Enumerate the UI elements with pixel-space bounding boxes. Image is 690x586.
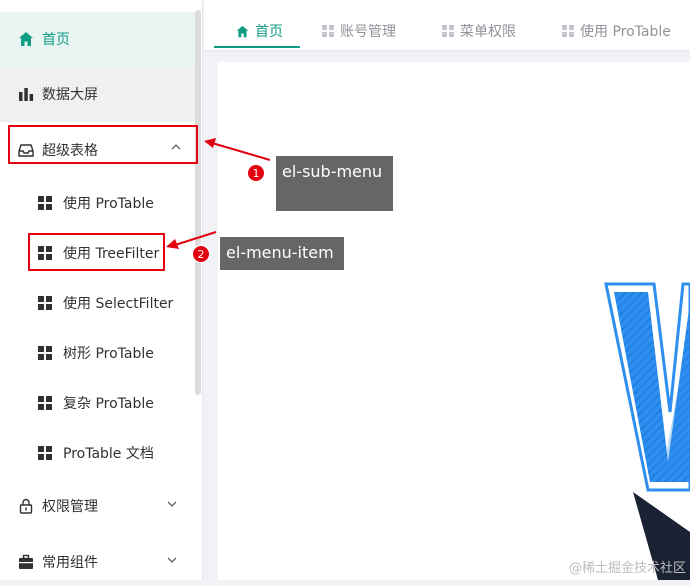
annotation-callout-sub-menu: el-sub-menu	[276, 156, 393, 211]
bar-chart-icon	[18, 86, 34, 102]
sidebar-item-label: 权限管理	[42, 499, 98, 515]
sidebar-submenu-permissions[interactable]: 权限管理	[0, 482, 195, 530]
tab-account[interactable]: 账号管理	[322, 12, 396, 50]
grid-icon	[37, 345, 53, 361]
tab-label: 使用 ProTable	[580, 24, 671, 40]
sidebar-item-label: 常用组件	[42, 555, 98, 571]
sidebar-item-complex-protable[interactable]: 复杂 ProTable	[0, 378, 195, 428]
sidebar-item-home[interactable]: 首页	[0, 12, 195, 66]
sidebar-item-label: 使用 ProTable	[63, 196, 154, 212]
sidebar-item-label: 树形 ProTable	[63, 346, 154, 362]
sidebar-item-label: ProTable 文档	[63, 446, 154, 462]
annotation-badge-2: 2	[192, 245, 210, 263]
sidebar-menu: 首页 数据大屏 超级表格 使用 ProTable 使用 TreeFilter 使…	[0, 0, 203, 580]
tab-protable[interactable]: 使用 ProTable	[562, 12, 671, 50]
sidebar-item-selectfilter[interactable]: 使用 SelectFilter	[0, 278, 195, 328]
annotation-callout-menu-item: el-menu-item	[220, 237, 344, 270]
sidebar-scrollbar[interactable]	[195, 10, 201, 395]
highlight-box-sub-menu	[8, 125, 198, 164]
grid-icon	[562, 25, 574, 37]
tab-menu-permissions[interactable]: 菜单权限	[442, 12, 516, 50]
tab-home[interactable]: 首页	[236, 12, 283, 50]
grid-icon	[37, 295, 53, 311]
tab-bar: 首页 账号管理 菜单权限 使用 ProTable	[204, 0, 690, 51]
annotation-badge-1: 1	[247, 164, 265, 182]
grid-icon	[322, 25, 334, 37]
sidebar-item-protable-docs[interactable]: ProTable 文档	[0, 428, 195, 478]
briefcase-icon	[18, 554, 34, 570]
highlight-box-menu-item	[28, 233, 165, 271]
main-content	[218, 62, 690, 580]
tab-label: 账号管理	[340, 24, 396, 40]
sidebar-item-label: 首页	[42, 32, 70, 48]
active-tab-indicator	[214, 46, 300, 48]
sidebar-item-tree-protable[interactable]: 树形 ProTable	[0, 328, 195, 378]
sidebar-item-label: 使用 SelectFilter	[63, 296, 174, 312]
grid-icon	[37, 195, 53, 211]
grid-icon	[37, 395, 53, 411]
tab-label: 首页	[255, 24, 283, 40]
tab-label: 菜单权限	[460, 24, 516, 40]
home-icon	[236, 25, 249, 38]
chevron-down-icon	[167, 554, 177, 568]
sidebar-item-label: 数据大屏	[42, 87, 98, 103]
sidebar-submenu-components[interactable]: 常用组件	[0, 538, 195, 586]
sidebar-item-protable[interactable]: 使用 ProTable	[0, 178, 195, 228]
lock-icon	[18, 498, 34, 514]
grid-icon	[442, 25, 454, 37]
welcome-logo-graphic	[604, 282, 690, 580]
chevron-down-icon	[167, 498, 177, 512]
sidebar-item-data-screen[interactable]: 数据大屏	[0, 66, 195, 122]
grid-icon	[37, 445, 53, 461]
home-icon	[18, 31, 34, 47]
watermark: @稀土掘金技术社区	[568, 561, 686, 576]
sidebar-item-label: 复杂 ProTable	[63, 396, 154, 412]
